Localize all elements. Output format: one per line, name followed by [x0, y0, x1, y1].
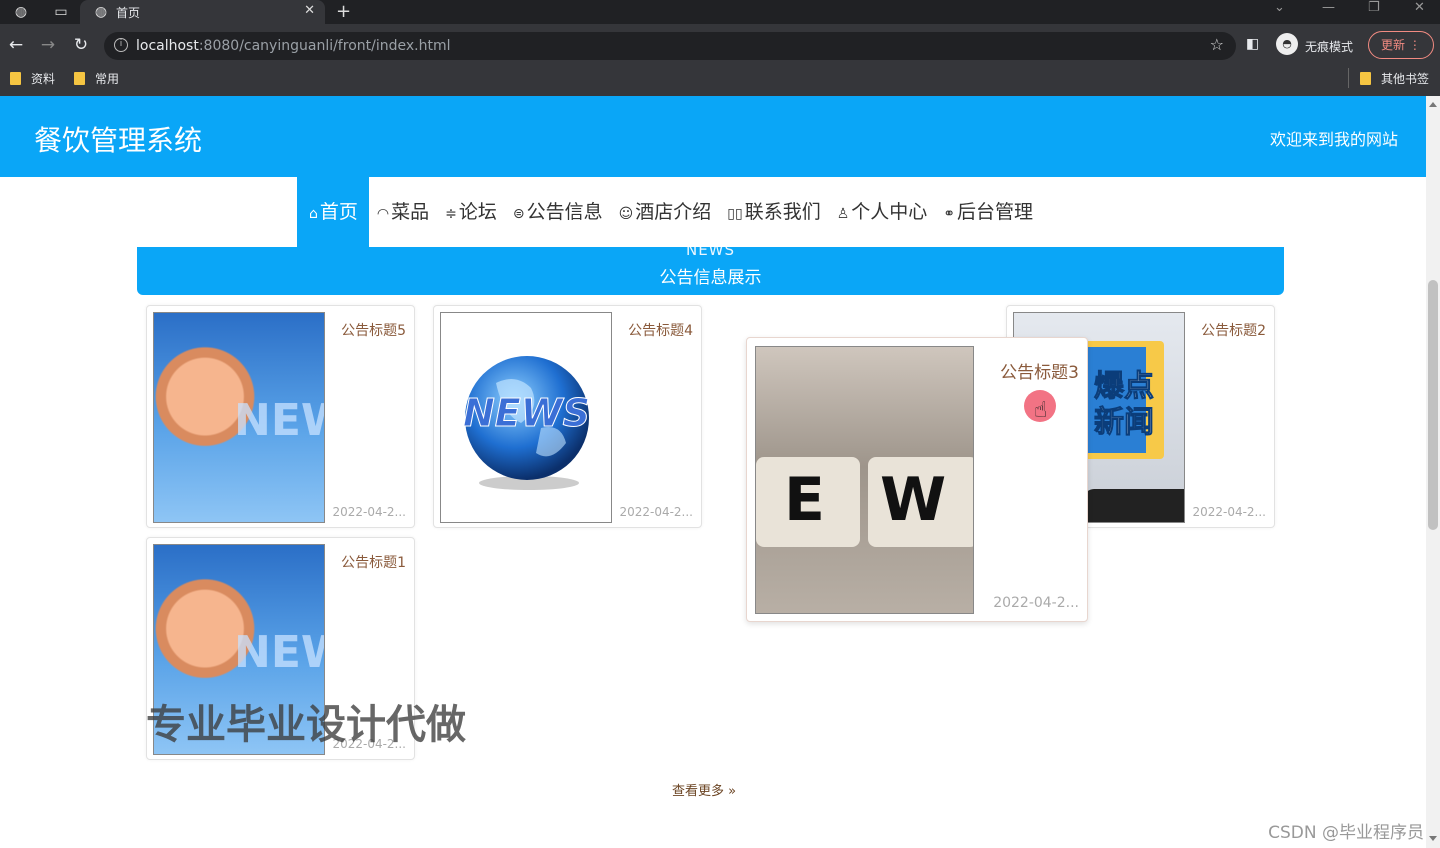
main-nav: ⌂ 首页 ◠ 菜品 ≑ 论坛 ⊜ 公告信息 ☺ 酒店介绍 ▯▯ 联系我们 ♙ 个人中心 ⚭ 后台… — [297, 177, 1041, 247]
nav-item-hotel[interactable]: ☺ 酒店介绍 — [611, 177, 720, 247]
globe-icon[interactable]: ◍ — [12, 3, 30, 21]
nav-item-dishes[interactable]: ◠ 菜品 — [369, 177, 437, 247]
news-card-hovered[interactable]: E W 公告标题3 2022-04-2... — [746, 337, 1088, 622]
image-text: NEW — [234, 627, 324, 678]
scroll-down-icon[interactable] — [1429, 836, 1437, 841]
address-bar[interactable]: i localhost:8080/canyinguanli/front/inde… — [104, 32, 1236, 60]
news-card[interactable]: NEWS 公告标题4 2022-04-2... — [433, 305, 702, 528]
folder-icon — [74, 72, 85, 85]
other-bookmarks[interactable]: 其他书签 — [1360, 70, 1429, 87]
nav-item-profile[interactable]: ♙ 个人中心 — [829, 177, 936, 247]
news-section-header: NEWS 公告信息展示 — [137, 247, 1284, 295]
scroll-up-icon[interactable] — [1429, 102, 1437, 107]
browser-tab[interactable]: ◍ 首页 ✕ — [80, 0, 325, 24]
restore-icon[interactable]: ❐ — [1368, 0, 1380, 15]
bookmark-folder[interactable]: 资料 — [10, 70, 55, 87]
news-thumbnail: E W — [755, 346, 974, 614]
image-text: E — [784, 465, 825, 535]
card-title: 公告标题3 — [1000, 363, 1079, 383]
card-title: 公告标题2 — [1201, 323, 1266, 339]
update-button[interactable]: 更新 ⋮ — [1368, 31, 1434, 59]
site-header: 餐饮管理系统 欢迎来到我的网站 — [0, 96, 1426, 177]
message-icon: ⊜ — [512, 206, 525, 222]
nav-item-forum[interactable]: ≑ 论坛 — [437, 177, 505, 247]
bookmark-separator — [1348, 68, 1349, 88]
welcome-text: 欢迎来到我的网站 — [1269, 130, 1398, 149]
columns-icon: ▯▯ — [727, 206, 743, 222]
bookmark-folder[interactable]: 常用 — [74, 70, 119, 87]
close-icon[interactable]: ✕ — [304, 3, 315, 18]
tab-title: 首页 — [116, 6, 141, 20]
url-text[interactable]: localhost:8080/canyinguanli/front/index.… — [136, 38, 450, 54]
bookmarks-bar: 资料 常用 其他书签 — [0, 66, 1440, 90]
nav-item-notices[interactable]: ⊜ 公告信息 — [505, 177, 611, 247]
info-icon[interactable]: i — [114, 38, 128, 52]
back-icon[interactable]: ← — [5, 34, 27, 56]
nav-item-contact[interactable]: ▯▯ 联系我们 — [719, 177, 828, 247]
card-date: 2022-04-2... — [1192, 505, 1266, 519]
link-icon: ⚭ — [943, 206, 956, 222]
card-date: 2022-04-2... — [332, 505, 406, 519]
nav-item-home[interactable]: ⌂ 首页 — [297, 177, 369, 247]
image-text: NEWS — [462, 391, 591, 436]
scrollbar-thumb[interactable] — [1428, 280, 1438, 530]
view-more-link[interactable]: 查看更多 » — [672, 780, 736, 799]
folder-icon — [1360, 72, 1371, 85]
reload-icon[interactable]: ↻ — [70, 34, 92, 56]
image-text: W — [880, 465, 947, 535]
card-title: 公告标题5 — [341, 323, 406, 339]
incognito-label: 无痕模式 — [1305, 40, 1354, 54]
page-scrollbar[interactable] — [1426, 96, 1440, 848]
smile-icon: ☺ — [618, 206, 634, 222]
news-card[interactable]: NEW 公告标题5 2022-04-2... — [146, 305, 415, 528]
tab-group-icon[interactable]: ▭ — [52, 3, 70, 21]
bookmark-star-icon[interactable]: ☆ — [1210, 35, 1224, 54]
image-text: 新闻 — [1094, 405, 1155, 441]
new-tab-icon[interactable]: + — [336, 1, 351, 22]
sliders-icon: ≑ — [445, 206, 457, 222]
sidepanel-icon[interactable]: ◧ — [1246, 36, 1259, 52]
watermark-text: 专业毕业设计代做 — [146, 702, 466, 748]
tab-strip: ◍ ▭ ◍ 首页 ✕ + ⌄ — ❐ ✕ — [0, 0, 1440, 24]
news-heading-cn: 公告信息展示 — [659, 268, 762, 288]
site-title: 餐饮管理系统 — [34, 124, 203, 157]
card-title: 公告标题1 — [341, 555, 406, 571]
window-close-icon[interactable]: ✕ — [1414, 0, 1425, 15]
tab-favicon-icon: ◍ — [94, 4, 108, 20]
card-date: 2022-04-2... — [993, 595, 1079, 611]
hand-cursor-icon: ☝ — [1034, 398, 1048, 423]
user-icon: ♙ — [836, 206, 850, 222]
news-thumbnail: NEWS — [440, 312, 612, 523]
news-heading-en: NEWS — [685, 247, 736, 259]
minimize-icon[interactable]: — — [1322, 0, 1335, 15]
home-icon: ⌂ — [309, 206, 318, 222]
card-title: 公告标题4 — [628, 323, 693, 339]
phone-shape — [1084, 489, 1184, 522]
double-chevron-right-icon: » — [728, 784, 737, 799]
news-thumbnail: NEW — [153, 312, 325, 523]
address-row: ← → ↻ i localhost:8080/canyinguanli/fron… — [0, 28, 1440, 64]
nav-item-admin[interactable]: ⚭ 后台管理 — [935, 177, 1041, 247]
gauge-icon: ◠ — [376, 206, 390, 222]
incognito-icon[interactable]: ◓ — [1276, 33, 1298, 55]
image-text: NEW — [234, 395, 324, 446]
folder-icon — [10, 72, 21, 85]
browser-chrome: ◍ ▭ ◍ 首页 ✕ + ⌄ — ❐ ✕ ← → ↻ i localhost:8… — [0, 0, 1440, 96]
card-date: 2022-04-2... — [619, 505, 693, 519]
csdn-watermark: CSDN @毕业程序员 — [1268, 823, 1424, 843]
chevron-down-icon[interactable]: ⌄ — [1274, 0, 1285, 15]
forward-icon[interactable]: → — [37, 34, 59, 56]
